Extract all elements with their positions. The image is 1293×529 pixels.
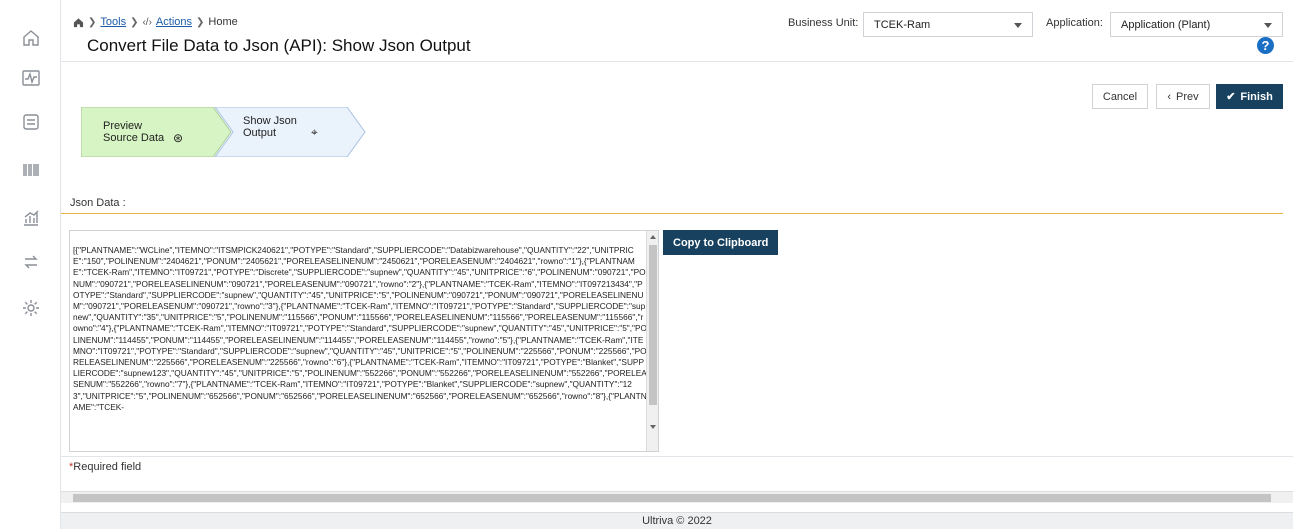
actions-icon: ‹/› (142, 16, 152, 28)
page-title: Convert File Data to Json (API): Show Js… (87, 36, 471, 55)
business-unit-value: TCEK-Ram (874, 19, 931, 31)
scrollbar-thumb[interactable] (649, 245, 657, 405)
scroll-up-icon[interactable] (650, 235, 656, 239)
json-data-label: Json Data : (70, 197, 126, 209)
chevron-down-icon (1014, 23, 1022, 28)
horizontal-scrollbar[interactable] (61, 491, 1293, 503)
textarea-scrollbar[interactable] (646, 231, 658, 451)
chevron-right-icon: ❯ (196, 16, 205, 28)
business-unit-select[interactable]: TCEK-Ram (863, 12, 1033, 37)
wizard-steps: Preview Source Data ⊛ Show Json Output ⌖ (81, 107, 401, 157)
main-content: Preview Source Data ⊛ Show Json Output ⌖… (61, 63, 1293, 512)
horizontal-scrollbar-thumb[interactable] (73, 494, 1271, 502)
left-nav-rail (0, 0, 61, 529)
check-circle-icon: ⊛ (173, 131, 184, 145)
chevron-left-icon: ‹ (1167, 90, 1172, 103)
activity-icon[interactable] (19, 66, 43, 90)
home-small-icon[interactable] (73, 17, 84, 28)
breadcrumb-current: Home (208, 16, 238, 28)
application-label: Application: (1046, 17, 1103, 29)
required-text: Required field (73, 461, 142, 473)
analytics-icon[interactable] (19, 206, 43, 230)
page-header: ❯ Tools ❯ ‹/› Actions ❯ Home Convert Fil… (61, 0, 1293, 62)
checklist-icon[interactable] (19, 110, 43, 134)
wizard-step-2-line1: Show Json (243, 115, 297, 127)
breadcrumb-actions-link[interactable]: Actions (156, 16, 192, 28)
business-unit-label: Business Unit: (788, 17, 859, 29)
wizard-step-show-json[interactable]: Show Json Output (243, 115, 297, 139)
application-select[interactable]: Application (Plant) (1110, 12, 1283, 37)
divider (61, 456, 1293, 457)
prev-button[interactable]: ‹ Prev (1156, 84, 1210, 109)
settings-icon[interactable] (19, 296, 43, 320)
footer: Ultriva © 2022 (61, 512, 1293, 529)
wizard-step-1-line1: Preview (103, 120, 143, 132)
breadcrumb: ❯ Tools ❯ ‹/› Actions ❯ Home (73, 16, 238, 28)
pin-icon: ⌖ (311, 125, 318, 139)
check-icon: ✔ (1226, 91, 1236, 103)
finish-button[interactable]: ✔ Finish (1216, 84, 1283, 109)
chevron-right-icon: ❯ (88, 16, 97, 28)
breadcrumb-tools-link[interactable]: Tools (100, 16, 126, 28)
cancel-button[interactable]: Cancel (1092, 84, 1148, 109)
chevron-down-icon (1264, 23, 1272, 28)
help-icon[interactable]: ? (1257, 37, 1274, 54)
json-output-text: [{"PLANTNAME":"WCLine","ITEMNO":"ITSMPIC… (73, 245, 647, 412)
json-output-textarea[interactable]: [{"PLANTNAME":"WCLine","ITEMNO":"ITSMPIC… (69, 230, 659, 452)
barcode-icon[interactable] (19, 158, 43, 182)
home-icon[interactable] (19, 26, 43, 50)
transfer-icon[interactable] (19, 250, 43, 274)
scroll-down-icon[interactable] (650, 425, 656, 429)
wizard-step-preview[interactable]: Preview Source Data (103, 120, 164, 144)
required-field-note: *Required field (69, 461, 141, 473)
chevron-right-icon: ❯ (130, 16, 139, 28)
finish-label: Finish (1240, 90, 1273, 103)
section-divider (61, 213, 1283, 214)
copy-to-clipboard-button[interactable]: Copy to Clipboard (663, 230, 779, 255)
application-value: Application (Plant) (1121, 19, 1211, 31)
prev-label: Prev (1176, 90, 1199, 103)
wizard-step-2-line2: Output (243, 127, 277, 139)
wizard-step-1-line2: Source Data (103, 132, 165, 144)
